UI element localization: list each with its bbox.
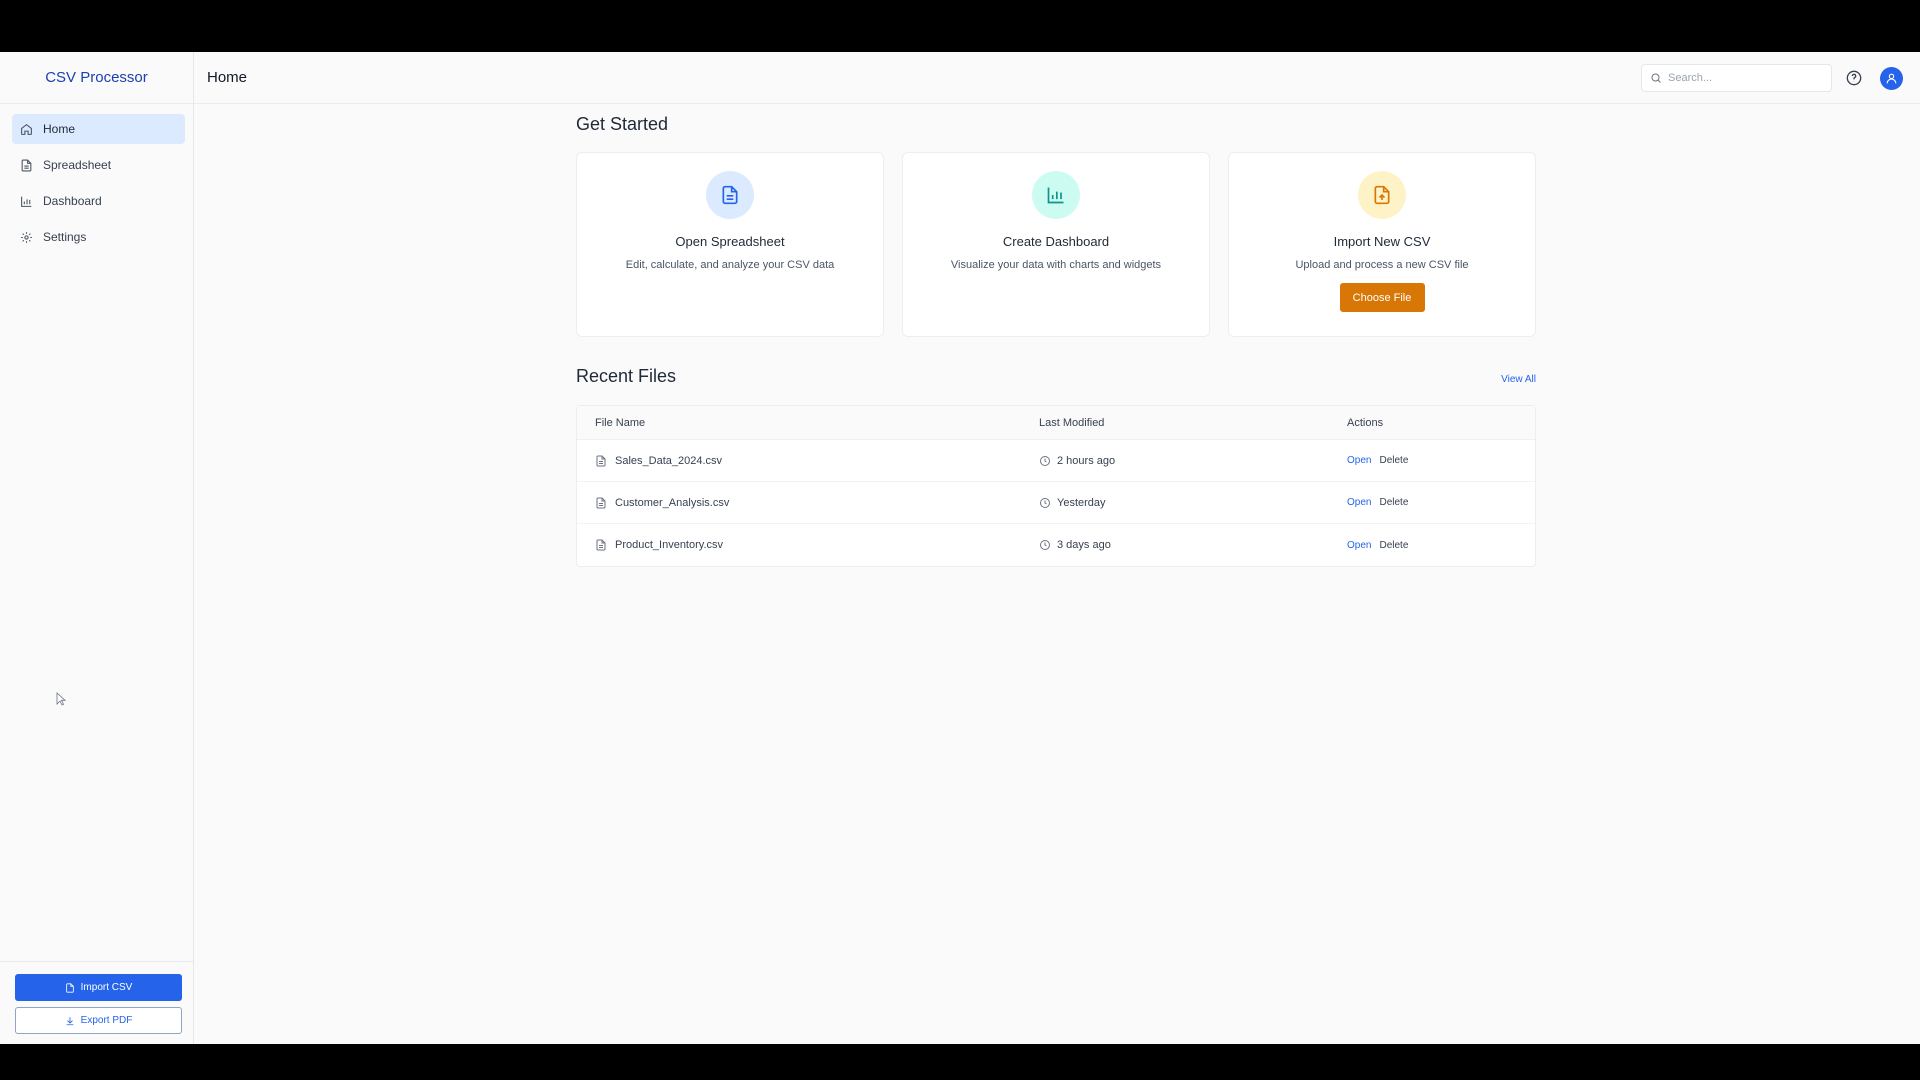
column-header-actions: Actions [1347, 416, 1384, 429]
user-avatar-button[interactable] [1880, 67, 1903, 90]
help-button[interactable] [1846, 70, 1862, 86]
file-name-cell: Customer_Analysis.csv [577, 497, 1039, 509]
import-csv-button[interactable]: Import CSV [15, 974, 182, 1001]
choose-file-button[interactable]: Choose File [1339, 283, 1425, 312]
card-description: Upload and process a new CSV file [1295, 259, 1469, 271]
import-csv-label: Import CSV [80, 982, 133, 993]
main-content: Get Started Open Spreadsheet Edit, calcu… [576, 104, 1536, 567]
table-row: Sales_Data_2024.csv 2 hours ago Open Del… [577, 440, 1535, 482]
export-pdf-button[interactable]: Export PDF [15, 1007, 182, 1034]
card-title: Open Spreadsheet [675, 234, 785, 249]
sidebar-item-label: Home [43, 122, 76, 136]
file-name: Customer_Analysis.csv [615, 496, 730, 509]
top-header: Home [194, 52, 1920, 104]
sidebar: CSV Processor Home Spreadsheet Dashboard… [0, 52, 194, 1044]
user-icon [1886, 73, 1897, 84]
sidebar-item-label: Settings [43, 230, 87, 244]
delete-link[interactable]: Delete [1379, 540, 1408, 551]
table-row: Product_Inventory.csv 3 days ago Open De… [577, 524, 1535, 566]
actions-cell: Open Delete [1347, 540, 1535, 551]
file-icon [596, 455, 606, 466]
sidebar-actions: Import CSV Export PDF [0, 961, 194, 1044]
recent-files-table: File Name Last Modified Actions Sales_Da… [576, 405, 1536, 567]
actions-cell: Open Delete [1347, 497, 1535, 508]
card-title: Import New CSV [1333, 234, 1431, 249]
file-name: Product_Inventory.csv [615, 539, 724, 551]
clock-icon [1040, 497, 1050, 508]
table-row: Customer_Analysis.csv Yesterday Open Del… [577, 482, 1535, 524]
get-started-cards: Open Spreadsheet Edit, calculate, and an… [576, 152, 1536, 337]
open-spreadsheet-card[interactable]: Open Spreadsheet Edit, calculate, and an… [576, 152, 884, 337]
bar-chart-icon [21, 196, 32, 207]
spreadsheet-icon [706, 171, 754, 219]
sidebar-item-spreadsheet[interactable]: Spreadsheet [12, 150, 185, 180]
search-box [1641, 64, 1832, 92]
file-name-cell: Product_Inventory.csv [577, 539, 1039, 551]
file-icon [21, 159, 32, 171]
page-title: Home [207, 69, 248, 86]
file-icon [65, 982, 74, 993]
search-input[interactable] [1668, 72, 1818, 84]
view-all-link[interactable]: View All [1501, 374, 1536, 385]
import-csv-card: Import New CSV Upload and process a new … [1228, 152, 1536, 337]
file-name-cell: Sales_Data_2024.csv [577, 455, 1039, 467]
app-window: CSV Processor Home Spreadsheet Dashboard… [0, 52, 1920, 1044]
chart-icon [1032, 171, 1080, 219]
file-upload-icon [1358, 171, 1406, 219]
sidebar-nav: Home Spreadsheet Dashboard Settings [0, 104, 193, 252]
table-header: File Name Last Modified Actions [577, 406, 1535, 440]
modified-cell: 2 hours ago [1039, 455, 1347, 467]
modified-time: 2 hours ago [1057, 454, 1116, 467]
modified-cell: 3 days ago [1039, 539, 1347, 551]
open-link[interactable]: Open [1347, 540, 1371, 551]
file-icon [596, 539, 606, 551]
create-dashboard-card[interactable]: Create Dashboard Visualize your data wit… [902, 152, 1210, 337]
column-header-file-name: File Name [595, 416, 646, 429]
sidebar-item-label: Dashboard [43, 194, 102, 208]
clock-icon [1040, 540, 1050, 550]
open-link[interactable]: Open [1347, 455, 1371, 466]
modified-time: 3 days ago [1057, 539, 1111, 551]
download-icon [66, 1016, 73, 1025]
mouse-cursor-icon [56, 692, 66, 706]
home-icon [21, 123, 32, 135]
search-icon [1651, 73, 1661, 83]
card-title: Create Dashboard [1002, 234, 1110, 249]
delete-link[interactable]: Delete [1379, 455, 1408, 466]
recent-files-title: Recent Files [576, 366, 677, 386]
sidebar-item-home[interactable]: Home [12, 114, 185, 144]
modified-cell: Yesterday [1039, 497, 1347, 509]
modified-time: Yesterday [1057, 496, 1106, 509]
help-icon [1846, 70, 1862, 86]
sidebar-item-dashboard[interactable]: Dashboard [12, 186, 185, 216]
gear-icon [21, 231, 32, 243]
column-header-last-modified: Last Modified [1039, 416, 1105, 429]
clock-icon [1040, 455, 1050, 466]
app-title: CSV Processor [0, 52, 193, 104]
recent-files-header: Recent Files View All [576, 365, 1536, 393]
file-icon [596, 497, 606, 508]
actions-cell: Open Delete [1347, 455, 1535, 466]
export-pdf-label: Export PDF [80, 1015, 133, 1026]
sidebar-item-settings[interactable]: Settings [12, 222, 185, 252]
file-name: Sales_Data_2024.csv [615, 454, 723, 467]
card-description: Edit, calculate, and analyze your CSV da… [625, 259, 835, 271]
sidebar-item-label: Spreadsheet [43, 158, 112, 172]
delete-link[interactable]: Delete [1379, 497, 1408, 508]
card-description: Visualize your data with charts and widg… [950, 259, 1162, 271]
open-link[interactable]: Open [1347, 497, 1371, 508]
get-started-title: Get Started [576, 114, 669, 134]
